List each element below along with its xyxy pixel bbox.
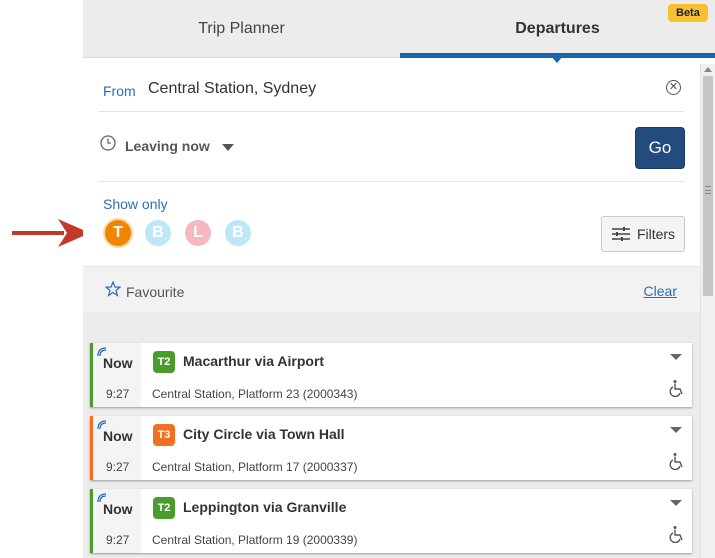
departure-time-cell: Now 9:27	[93, 489, 141, 553]
wheelchair-icon	[669, 526, 683, 543]
clear-from-icon[interactable]: ✕	[666, 80, 681, 95]
from-row: From Central Station, Sydney ✕	[98, 64, 685, 112]
line-badge: T2	[153, 497, 175, 519]
annotation-arrow	[12, 219, 90, 247]
departure-time-cell: Now 9:27	[93, 343, 141, 407]
expand-chevron-icon[interactable]	[670, 427, 682, 433]
from-input[interactable]: Central Station, Sydney	[148, 80, 316, 98]
scroll-thumb[interactable]	[703, 76, 713, 296]
go-button[interactable]: Go	[635, 127, 685, 169]
tab-bar: Trip Planner Departures Beta	[83, 0, 715, 63]
show-only-label: Show only	[103, 196, 168, 212]
departure-stop: Central Station, Platform 23 (2000343)	[152, 387, 358, 401]
scroll-up-arrow-icon[interactable]	[704, 67, 712, 72]
expand-chevron-icon[interactable]	[670, 500, 682, 506]
clock-icon	[100, 135, 116, 151]
departure-stop: Central Station, Platform 19 (2000339)	[152, 533, 358, 547]
expand-chevron-icon[interactable]	[670, 354, 682, 360]
wheelchair-icon	[669, 380, 683, 397]
departures-panel: Trip Planner Departures Beta From Centra…	[83, 0, 715, 558]
clear-link[interactable]: Clear	[644, 283, 677, 299]
departure-status: Now	[103, 501, 133, 517]
mode-bus-alt-toggle[interactable]: B	[225, 220, 251, 246]
line-badge: T3	[153, 424, 175, 446]
favourite-bar: Favourite Clear	[83, 266, 700, 312]
tab-trip-planner[interactable]: Trip Planner	[83, 0, 400, 58]
departure-card[interactable]: Now 9:27 T2 Leppington via Granville Cen…	[90, 489, 692, 553]
departure-time-cell: Now 9:27	[93, 416, 141, 480]
departure-time: 9:27	[106, 533, 130, 547]
chevron-down-icon[interactable]	[222, 144, 234, 151]
departure-card[interactable]: Now 9:27 T2 Macarthur via Airport Centra…	[90, 343, 692, 407]
wheelchair-icon	[669, 453, 683, 470]
filters-label: Filters	[636, 226, 676, 242]
from-label: From	[103, 83, 136, 99]
departure-time: 9:27	[106, 387, 130, 401]
departure-status: Now	[103, 428, 133, 444]
departure-status: Now	[103, 355, 133, 371]
departure-destination: Leppington via Granville	[183, 499, 347, 515]
mode-bus-toggle[interactable]: B	[145, 220, 171, 246]
filters-button[interactable]: Filters	[601, 216, 685, 252]
leaving-time-select[interactable]: Leaving now	[125, 138, 210, 154]
scrollbar[interactable]	[700, 64, 715, 558]
departure-time: 9:27	[106, 460, 130, 474]
scroll-grip-icon	[705, 186, 711, 194]
favourite-button[interactable]: Favourite	[126, 284, 184, 300]
departure-destination: City Circle via Town Hall	[183, 426, 345, 442]
sliders-icon	[611, 227, 630, 241]
beta-badge: Beta	[668, 4, 708, 22]
star-icon[interactable]	[105, 281, 121, 297]
show-only-row: Show only T B L B Filters	[98, 182, 685, 266]
leaving-row: Leaving now Go	[98, 112, 685, 182]
mode-light-rail-toggle[interactable]: L	[185, 220, 211, 246]
departure-card[interactable]: Now 9:27 T3 City Circle via Town Hall Ce…	[90, 416, 692, 480]
active-tab-caret	[551, 56, 563, 63]
departure-destination: Macarthur via Airport	[183, 353, 325, 369]
mode-train-toggle[interactable]: T	[105, 220, 131, 246]
line-badge: T2	[153, 351, 175, 373]
departure-list: Now 9:27 T2 Macarthur via Airport Centra…	[83, 312, 700, 558]
departure-stop: Central Station, Platform 17 (2000337)	[152, 460, 358, 474]
